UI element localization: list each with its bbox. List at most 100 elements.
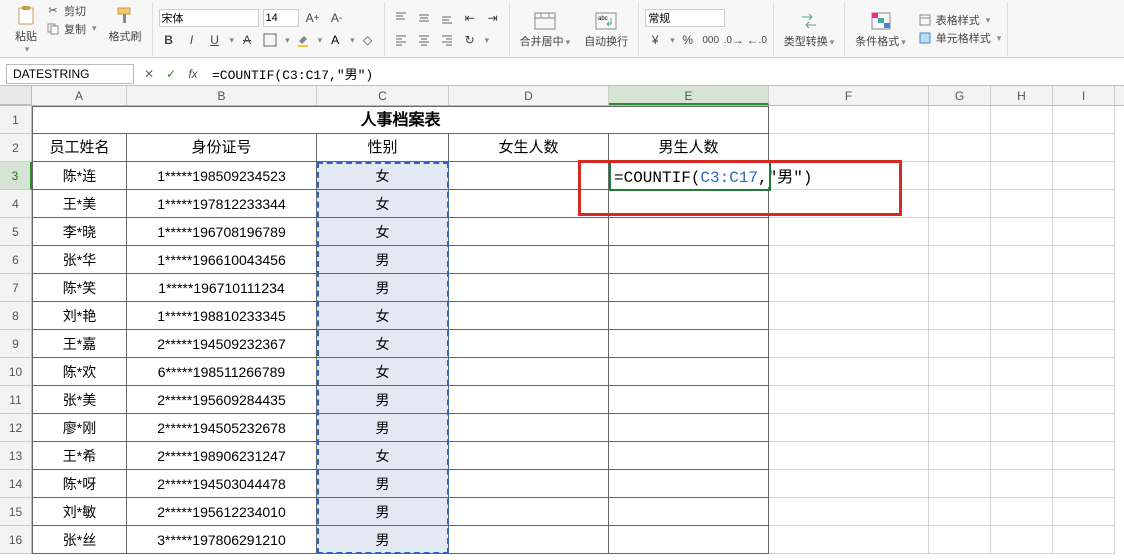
cell[interactable]: 男 [317, 470, 449, 498]
cell[interactable] [991, 358, 1053, 386]
cell[interactable] [929, 218, 991, 246]
cell[interactable]: 廖*刚 [32, 414, 127, 442]
col-header[interactable]: F [769, 86, 929, 105]
cell[interactable] [929, 330, 991, 358]
cell[interactable] [449, 386, 609, 414]
cell[interactable] [1053, 526, 1115, 554]
cell[interactable]: 陈*连 [32, 162, 127, 190]
percent-button[interactable]: % [678, 31, 698, 49]
cell[interactable] [609, 302, 769, 330]
cut-button[interactable]: ✂ 剪切 [46, 2, 97, 20]
cell[interactable]: 1*****196708196789 [127, 218, 317, 246]
cell[interactable] [449, 470, 609, 498]
cell[interactable] [609, 274, 769, 302]
cell[interactable] [769, 190, 929, 218]
cell[interactable] [449, 498, 609, 526]
cell[interactable] [1053, 330, 1115, 358]
cell[interactable] [449, 246, 609, 274]
cell[interactable] [991, 470, 1053, 498]
cell[interactable] [929, 274, 991, 302]
cell[interactable] [449, 274, 609, 302]
header-cell[interactable]: 性别 [317, 134, 449, 162]
orientation-button[interactable]: ↻ [460, 31, 480, 49]
cell[interactable] [991, 246, 1053, 274]
col-header[interactable]: H [991, 86, 1053, 105]
align-left-button[interactable] [391, 31, 411, 49]
cell[interactable]: 女 [317, 330, 449, 358]
cell[interactable] [449, 414, 609, 442]
cell[interactable] [769, 302, 929, 330]
cell[interactable]: 刘*艳 [32, 302, 127, 330]
cell[interactable]: 女 [317, 162, 449, 190]
cell[interactable] [609, 498, 769, 526]
cell[interactable] [991, 414, 1053, 442]
cell[interactable] [769, 386, 929, 414]
header-cell[interactable]: 身份证号 [127, 134, 317, 162]
cell[interactable]: 女 [317, 218, 449, 246]
font-color-button[interactable]: A [325, 31, 345, 49]
font-name-select[interactable] [159, 9, 259, 27]
cell[interactable]: 2*****195609284435 [127, 386, 317, 414]
cell-area[interactable]: 人事档案表 员工姓名 身份证号 性别 女生人数 男生人数 陈*连1*****19… [32, 106, 1115, 554]
cell[interactable] [991, 498, 1053, 526]
cell[interactable] [1053, 246, 1115, 274]
cell[interactable] [1053, 386, 1115, 414]
number-format-select[interactable] [645, 9, 725, 27]
cell[interactable] [769, 526, 929, 554]
cell[interactable] [929, 302, 991, 330]
cell[interactable] [769, 470, 929, 498]
col-header[interactable]: G [929, 86, 991, 105]
cell[interactable] [1053, 414, 1115, 442]
cell[interactable]: 男 [317, 274, 449, 302]
cell[interactable]: 1*****197812233344 [127, 190, 317, 218]
cancel-formula-button[interactable]: ✕ [140, 65, 158, 83]
cell[interactable] [449, 330, 609, 358]
col-header[interactable]: D [449, 86, 609, 105]
cell[interactable]: 陈*欢 [32, 358, 127, 386]
increase-indent-button[interactable]: ⇥ [483, 9, 503, 27]
cell[interactable] [609, 162, 769, 190]
col-header[interactable]: C [317, 86, 449, 105]
title-cell[interactable]: 人事档案表 [32, 106, 769, 134]
cell[interactable] [929, 162, 991, 190]
currency-button[interactable]: ¥ [645, 31, 665, 49]
cell[interactable] [929, 526, 991, 554]
cell[interactable] [991, 190, 1053, 218]
increase-decimal-button[interactable]: .0→ [724, 31, 744, 49]
cell[interactable]: 陈*呀 [32, 470, 127, 498]
align-top-button[interactable] [391, 9, 411, 27]
cell[interactable] [769, 246, 929, 274]
cell[interactable] [449, 218, 609, 246]
cell[interactable] [1053, 470, 1115, 498]
col-header[interactable]: B [127, 86, 317, 105]
cell[interactable] [1053, 162, 1115, 190]
cell[interactable]: 女 [317, 302, 449, 330]
cell[interactable] [609, 218, 769, 246]
cell[interactable] [769, 414, 929, 442]
cell[interactable]: 陈*笑 [32, 274, 127, 302]
cell[interactable] [991, 302, 1053, 330]
cell[interactable] [609, 414, 769, 442]
cell[interactable] [991, 526, 1053, 554]
type-convert-button[interactable]: 类型转换▾ [780, 7, 839, 51]
cell[interactable] [609, 386, 769, 414]
cell[interactable]: 刘*敏 [32, 498, 127, 526]
cell[interactable] [1053, 442, 1115, 470]
wrap-text-button[interactable]: abc 自动换行 [580, 7, 632, 51]
underline-button[interactable]: U [205, 31, 225, 49]
table-style-button[interactable]: 表格样式▾ [918, 11, 1002, 29]
cell[interactable]: 男 [317, 386, 449, 414]
cell[interactable] [769, 442, 929, 470]
cell[interactable]: 2*****194509232367 [127, 330, 317, 358]
cell[interactable]: 王*希 [32, 442, 127, 470]
align-bottom-button[interactable] [437, 9, 457, 27]
col-header[interactable]: E [609, 86, 769, 105]
cell[interactable] [929, 498, 991, 526]
bold-button[interactable]: B [159, 31, 179, 49]
col-header[interactable]: A [32, 86, 127, 105]
cell[interactable] [1053, 190, 1115, 218]
cell[interactable] [929, 470, 991, 498]
cell[interactable] [609, 526, 769, 554]
phonetic-button[interactable]: ◇ [358, 31, 378, 49]
fx-button[interactable]: fx [184, 65, 202, 83]
